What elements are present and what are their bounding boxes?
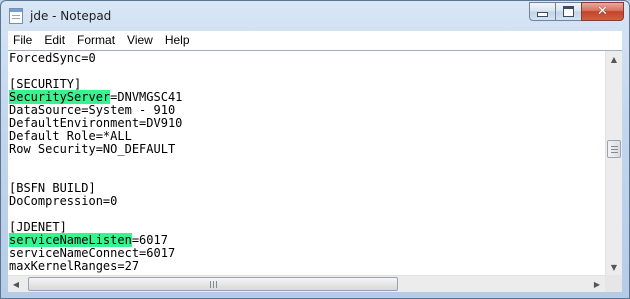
scroll-left-icon: ◀ (12, 279, 20, 289)
minimize-icon (537, 12, 548, 17)
title-bar[interactable]: jde - Notepad ✕ (1, 1, 629, 31)
vertical-scroll-thumb[interactable] (607, 140, 621, 159)
scroll-right-button[interactable]: ▶ (589, 276, 605, 292)
maximize-button[interactable] (555, 2, 581, 21)
minimize-button[interactable] (529, 2, 555, 21)
menu-file[interactable]: File (8, 31, 38, 50)
maximize-icon (563, 6, 574, 17)
text-line[interactable]: Row Security=NO_DEFAULT (9, 143, 605, 156)
window-bottom-border (8, 291, 622, 298)
line-text[interactable]: Row Security=NO_DEFAULT (9, 142, 175, 156)
scroll-left-button[interactable]: ◀ (8, 276, 24, 292)
scroll-corner (605, 275, 622, 292)
notepad-app-icon[interactable] (9, 8, 23, 24)
scroll-up-icon: ▲ (610, 54, 618, 64)
scroll-right-icon: ▶ (593, 279, 601, 289)
horizontal-scrollbar[interactable]: ◀ ▶ (8, 275, 605, 292)
menu-format[interactable]: Format (71, 31, 121, 50)
line-text[interactable]: ForcedSync=0 (9, 51, 96, 65)
line-text[interactable]: DoCompression=0 (9, 194, 117, 208)
menu-edit[interactable]: Edit (38, 31, 71, 50)
close-icon: ✕ (597, 4, 608, 19)
line-text[interactable]: Default Role=*ALL (9, 129, 132, 143)
text-line[interactable] (9, 169, 605, 182)
text-line[interactable]: ForcedSync=0 (9, 52, 605, 65)
line-text[interactable]: DataSource=System - 910 (9, 103, 175, 117)
window-title: jde - Notepad (30, 9, 112, 23)
text-content[interactable]: ForcedSync=0 [SECURITY] SecurityServer=DNV… (8, 51, 605, 275)
notepad-window: jde - Notepad ✕ File Edit Format View He… (0, 0, 630, 299)
line-text[interactable]: =DNVMGSC41 (110, 90, 182, 104)
text-line[interactable] (9, 208, 605, 221)
text-line[interactable]: maxKernelRanges=27 (9, 260, 605, 273)
close-button[interactable]: ✕ (581, 2, 624, 21)
line-text[interactable]: maxKernelRanges=27 (9, 259, 139, 273)
highlighted-text[interactable]: SecurityServer (9, 90, 111, 104)
text-editor[interactable]: ForcedSync=0 [SECURITY] SecurityServer=DNV… (8, 50, 622, 292)
grip-icon (209, 280, 217, 288)
menu-bar: File Edit Format View Help (8, 31, 622, 50)
menu-view[interactable]: View (121, 31, 159, 50)
grip-icon (610, 145, 618, 153)
line-text[interactable]: [SECURITY] (9, 77, 81, 91)
line-text[interactable]: [BSFN BUILD] (9, 181, 96, 195)
vertical-scrollbar[interactable]: ▲ ▼ (605, 51, 622, 275)
menu-help[interactable]: Help (159, 31, 196, 50)
text-line[interactable] (9, 65, 605, 78)
text-line[interactable] (9, 156, 605, 169)
line-text[interactable]: [JDENET] (9, 220, 67, 234)
caption-buttons: ✕ (529, 2, 624, 21)
horizontal-scroll-thumb[interactable] (28, 277, 398, 291)
line-text[interactable]: serviceNameConnect=6017 (9, 246, 175, 260)
text-line[interactable]: DoCompression=0 (9, 195, 605, 208)
scroll-up-button[interactable]: ▲ (606, 51, 622, 67)
line-text[interactable]: =6017 (132, 233, 168, 247)
scroll-down-icon: ▼ (610, 262, 618, 272)
scroll-down-button[interactable]: ▼ (606, 259, 622, 275)
line-text[interactable]: DefaultEnvironment=DV910 (9, 116, 182, 130)
highlighted-text[interactable]: serviceNameListen (9, 233, 132, 247)
